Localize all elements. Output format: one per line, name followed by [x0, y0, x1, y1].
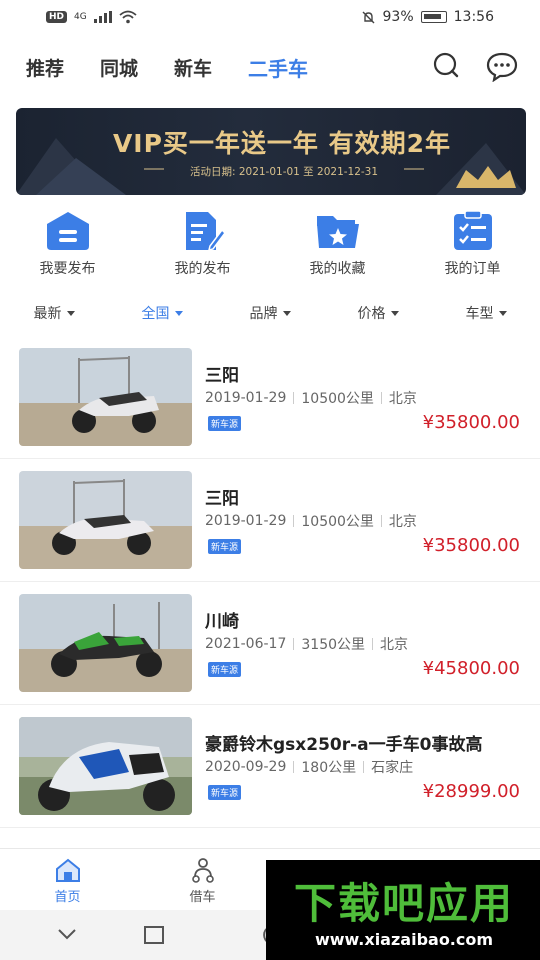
chevron-down-icon [498, 310, 507, 316]
chevron-down-icon [174, 310, 183, 316]
orders-clipboard-icon [453, 210, 492, 250]
quick-actions: 我要发布 我的发布 我的收藏 我的订单 [0, 210, 540, 280]
filter-price-label: 价格 [357, 306, 386, 322]
listing-city: 石家庄 [371, 760, 414, 776]
signal-icon [93, 11, 112, 23]
search-icon[interactable] [430, 50, 462, 82]
scooter-rider-icon [191, 858, 214, 883]
tab-local[interactable]: 同城 [100, 54, 138, 81]
filter-brand[interactable]: 品牌 [216, 300, 324, 326]
listing-city: 北京 [388, 514, 417, 530]
listing-mileage: 180公里 [301, 760, 357, 776]
favorites-label: 我的收藏 [309, 261, 366, 277]
message-icon[interactable] [486, 50, 518, 82]
watermark-overlay: 下载吧应用 www.xiazaibao.com [266, 860, 540, 960]
listing-item[interactable]: 豪爵铃木gsx250r-a一手车0事故高 2020-09-29 180公里 石家庄 … [0, 705, 540, 828]
listing-date: 2019-01-29 [205, 513, 287, 529]
listing-date: 2020-09-29 [205, 759, 287, 775]
motorcycle-photo [19, 594, 192, 692]
new-source-badge: 新车源 [208, 662, 242, 677]
listing-meta: 2019-01-29 10500公里 北京 [205, 388, 417, 408]
wifi-icon [119, 10, 137, 24]
motorcycle-photo [19, 471, 192, 569]
hd-badge: HD [46, 11, 68, 23]
listing-mileage: 3150公里 [301, 637, 366, 653]
favorites-folder-icon [316, 216, 359, 248]
listing-date: 2019-01-29 [205, 390, 287, 406]
listing-city: 北京 [388, 391, 417, 407]
listing-title: 豪爵铃木gsx250r-a一手车0事故高 [205, 735, 483, 755]
new-source-badge: 新车源 [208, 539, 242, 554]
listing-price: ¥28999.00 [422, 781, 520, 802]
watermark-url: www.xiazaibao.com [314, 930, 494, 949]
chevron-down-icon [66, 310, 75, 316]
tab-home[interactable]: 首页 [0, 849, 135, 910]
listing-list: 三阳 2019-01-29 10500公里 北京 新车源 ¥35800.00 三阳 … [0, 336, 540, 848]
publish-icon [46, 212, 89, 250]
listing-item[interactable]: 川崎 2021-06-17 3150公里 北京 新车源 ¥45800.00 [0, 582, 540, 705]
filter-latest[interactable]: 最新 [0, 300, 108, 326]
listing-item[interactable]: 三阳 2019-01-29 10500公里 北京 新车源 ¥35800.00 [0, 336, 540, 459]
tab-home-label: 首页 [54, 890, 81, 905]
filter-bar: 最新 全国 品牌 价格 车型 [0, 300, 540, 326]
orders-label: 我的订单 [444, 261, 501, 277]
listing-meta: 2021-06-17 3150公里 北京 [205, 634, 408, 654]
filter-region[interactable]: 全国 [108, 300, 216, 326]
motorcycle-photo [19, 348, 192, 446]
listing-title: 川崎 [205, 612, 239, 632]
filter-brand-label: 品牌 [249, 306, 278, 322]
listing-item[interactable]: 三阳 2019-01-29 10500公里 北京 新车源 ¥35800.00 [0, 459, 540, 582]
my-posts-label: 我的发布 [174, 261, 231, 277]
tab-recommended[interactable]: 推荐 [26, 54, 64, 81]
tab-new-cars[interactable]: 新车 [174, 54, 212, 81]
orders-button[interactable]: 我的订单 [405, 210, 540, 280]
battery-icon [420, 11, 447, 23]
listing-price: ¥35800.00 [422, 535, 520, 556]
publish-button[interactable]: 我要发布 [0, 210, 135, 280]
new-source-badge: 新车源 [208, 416, 242, 431]
filter-model[interactable]: 车型 [432, 300, 540, 326]
top-nav: 推荐 同城 新车 二手车 [0, 46, 540, 88]
banner-date: 活动日期: 2021-01-01 至 2021-12-31 [189, 166, 379, 178]
filter-latest-label: 最新 [33, 306, 62, 322]
filter-model-label: 车型 [465, 306, 494, 322]
vip-promo-banner[interactable]: VIP买一年送一年 有效期2年 活动日期: 2021-01-01 至 2021-… [16, 108, 526, 195]
status-bar: HD 4G 93% 13:56 [0, 0, 540, 34]
home-icon [55, 858, 80, 882]
listing-price: ¥45800.00 [422, 658, 520, 679]
tab-borrow-car[interactable]: 借车 [135, 849, 270, 910]
chevron-down-icon [390, 310, 399, 316]
motorcycle-photo [19, 717, 192, 815]
network-type: 4G [74, 12, 87, 22]
tab-used-cars[interactable]: 二手车 [248, 53, 308, 82]
back-chevron-icon[interactable] [57, 927, 77, 941]
listing-date: 2021-06-17 [205, 636, 287, 652]
watermark-logo: 下载吧应用 [293, 879, 514, 928]
listing-meta: 2020-09-29 180公里 石家庄 [205, 757, 413, 777]
listing-title: 三阳 [205, 366, 239, 386]
listing-title: 三阳 [205, 489, 239, 509]
listing-mileage: 10500公里 [301, 514, 374, 530]
listing-city: 北京 [380, 637, 409, 653]
favorites-button[interactable]: 我的收藏 [270, 210, 405, 280]
mute-bell-icon [362, 11, 375, 23]
clock: 13:56 [453, 9, 494, 25]
listing-item[interactable] [0, 828, 540, 848]
filter-region-label: 全国 [141, 306, 170, 322]
tab-borrow-label: 借车 [189, 890, 216, 905]
chevron-down-icon [282, 310, 291, 316]
filter-price[interactable]: 价格 [324, 300, 432, 326]
listing-meta: 2019-01-29 10500公里 北京 [205, 511, 417, 531]
listing-mileage: 10500公里 [301, 391, 374, 407]
new-source-badge: 新车源 [208, 785, 242, 800]
recents-square-icon[interactable] [144, 926, 164, 944]
my-posts-button[interactable]: 我的发布 [135, 210, 270, 280]
banner-title: VIP买一年送一年 有效期2年 [112, 129, 452, 158]
battery-percent: 93% [382, 9, 414, 25]
my-posts-icon [185, 212, 226, 252]
listing-price: ¥35800.00 [422, 412, 520, 433]
publish-label: 我要发布 [39, 261, 96, 277]
